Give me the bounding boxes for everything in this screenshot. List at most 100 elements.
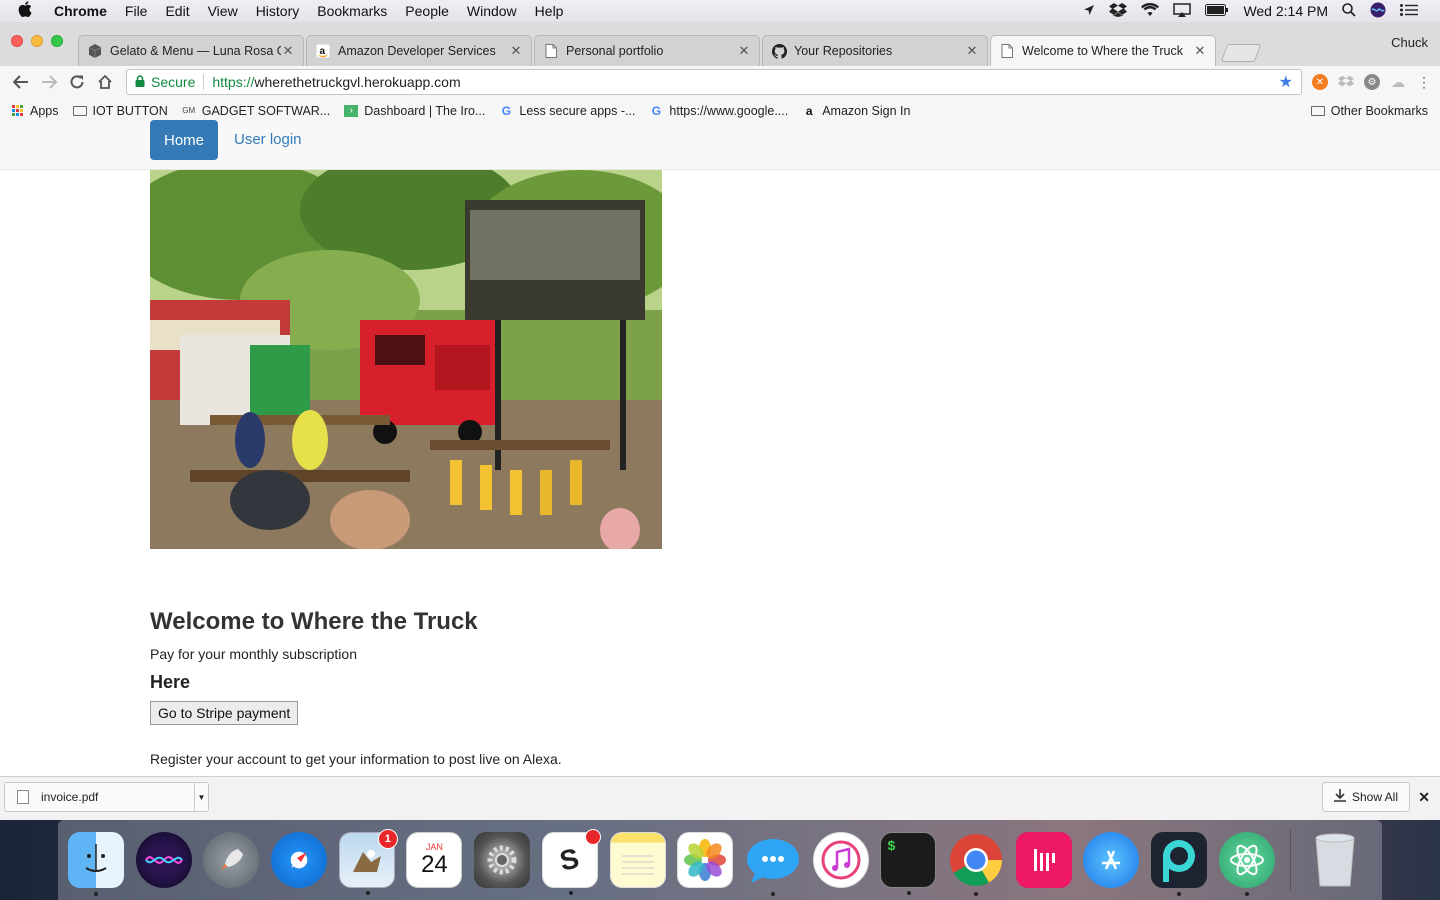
bookmark-google[interactable]: G https://www.google.... <box>649 104 788 118</box>
download-menu-chevron-icon[interactable]: ▼ <box>194 783 208 811</box>
zoom-window-button[interactable] <box>51 35 63 47</box>
close-tab-icon[interactable]: ✕ <box>281 43 295 59</box>
cloud-extension-icon[interactable]: ☁ <box>1390 74 1406 90</box>
bookmark-star-icon[interactable]: ★ <box>1279 72 1293 92</box>
gitter-icon[interactable] <box>1015 832 1072 888</box>
location-arrow-icon[interactable] <box>1083 3 1095 19</box>
download-filename: invoice.pdf <box>41 790 99 804</box>
tab-label: Gelato & Menu — Luna Rosa G <box>110 44 281 58</box>
tab-personal-portfolio[interactable]: Personal portfolio ✕ <box>534 35 760 66</box>
menu-file[interactable]: File <box>125 3 148 19</box>
bookmark-other[interactable]: Other Bookmarks <box>1310 104 1428 118</box>
apple-icon[interactable] <box>18 0 38 22</box>
menu-app-chrome[interactable]: Chrome <box>54 3 107 19</box>
photos-icon[interactable] <box>677 832 734 888</box>
close-tab-icon[interactable]: ✕ <box>965 43 979 59</box>
battery-icon[interactable] <box>1205 3 1229 19</box>
menu-help[interactable]: Help <box>535 3 564 19</box>
close-shelf-icon[interactable]: ✕ <box>1418 789 1430 806</box>
dropbox-extension-icon[interactable] <box>1338 74 1354 90</box>
wifi-icon[interactable] <box>1141 2 1160 19</box>
spotlight-search-icon[interactable] <box>1342 2 1356 20</box>
finder-icon[interactable] <box>68 832 124 896</box>
slack-s-glyph: S <box>557 842 583 877</box>
bookmark-dashboard[interactable]: › Dashboard | The Iro... <box>344 104 485 118</box>
back-arrow-icon[interactable] <box>8 69 34 95</box>
amazon-icon: a <box>805 103 813 118</box>
show-all-downloads-button[interactable]: Show All <box>1322 782 1410 812</box>
slack-icon[interactable]: S <box>541 829 601 895</box>
terminal-icon[interactable]: $ <box>880 832 937 895</box>
download-item[interactable]: invoice.pdf ▼ <box>4 782 209 812</box>
extension-icons: ✕ ⚙ ☁ ⋮ <box>1312 74 1432 90</box>
reload-icon[interactable] <box>64 69 90 95</box>
bookmark-less-secure-apps[interactable]: G Less secure apps -... <box>499 103 636 118</box>
menu-edit[interactable]: Edit <box>165 3 189 19</box>
airplay-icon[interactable] <box>1173 2 1192 20</box>
food-truck-park-photo <box>150 170 662 549</box>
menu-window[interactable]: Window <box>467 3 517 19</box>
address-bar[interactable]: Secure https:// wherethetruckgvl.herokua… <box>126 69 1302 95</box>
launchpad-icon[interactable] <box>203 832 260 888</box>
nav-user-login-link[interactable]: User login <box>234 131 302 148</box>
cube-icon <box>87 43 103 59</box>
show-all-label: Show All <box>1351 790 1399 804</box>
new-tab-button[interactable] <box>1220 44 1262 62</box>
bookmark-label: Dashboard | The Iro... <box>364 103 486 118</box>
itunes-icon[interactable] <box>812 832 869 888</box>
tab-amazon-developer[interactable]: a Amazon Developer Services ✕ <box>306 35 532 66</box>
app-store-icon[interactable] <box>1083 832 1140 888</box>
lock-icon[interactable] <box>135 74 145 90</box>
mail-icon[interactable]: 1 <box>338 829 398 895</box>
chrome-dock-icon[interactable] <box>948 832 1004 896</box>
menubar-clock[interactable]: Wed 2:14 PM <box>1243 3 1328 19</box>
nav-home-link[interactable]: Home <box>150 120 218 160</box>
siri-icon[interactable] <box>135 832 192 888</box>
extension-orange-icon[interactable]: ✕ <box>1312 74 1328 90</box>
profile-name[interactable]: Chuck <box>1391 35 1428 50</box>
svg-text:a: a <box>320 46 326 57</box>
bookmark-amazon-sign-in[interactable]: a Amazon Sign In <box>802 103 911 118</box>
home-icon[interactable] <box>92 69 118 95</box>
notification-center-icon[interactable] <box>1400 3 1418 19</box>
tab-label: Welcome to Where the Truck <box>1022 44 1183 58</box>
close-tab-icon[interactable]: ✕ <box>737 43 751 59</box>
close-window-button[interactable] <box>11 35 23 47</box>
menu-history[interactable]: History <box>256 3 300 19</box>
settings-extension-icon[interactable]: ⚙ <box>1364 74 1380 90</box>
atom-icon[interactable] <box>1218 832 1275 896</box>
bookmark-label: IOT BUTTON <box>92 103 168 118</box>
here-heading: Here <box>150 672 191 692</box>
periscope-icon[interactable] <box>1151 832 1207 896</box>
siri-menubar-icon[interactable] <box>1370 2 1386 21</box>
notes-icon[interactable] <box>609 832 666 888</box>
stripe-payment-button[interactable]: Go to Stripe payment <box>150 701 299 725</box>
running-indicator <box>973 892 978 896</box>
tab-label: Personal portfolio <box>566 44 664 58</box>
calendar-icon[interactable]: JAN 24 <box>406 832 463 888</box>
messages-icon[interactable] <box>745 832 801 896</box>
minimize-window-button[interactable] <box>31 35 43 47</box>
system-preferences-icon[interactable] <box>474 832 531 888</box>
chrome-menu-icon[interactable]: ⋮ <box>1416 74 1432 90</box>
menu-view[interactable]: View <box>208 3 238 19</box>
bookmark-gadget-software[interactable]: GM GADGET SOFTWAR... <box>182 104 330 118</box>
secure-label[interactable]: Secure <box>151 74 195 90</box>
bookmark-apps[interactable]: Apps <box>12 104 59 118</box>
safari-icon[interactable] <box>271 832 328 888</box>
menu-bookmarks[interactable]: Bookmarks <box>317 3 387 19</box>
close-tab-icon[interactable]: ✕ <box>1193 43 1207 59</box>
trash-icon[interactable] <box>1307 832 1363 888</box>
gm-icon: GM <box>182 106 196 115</box>
page-icon <box>999 43 1015 59</box>
dropbox-icon[interactable] <box>1109 2 1128 20</box>
menu-people[interactable]: People <box>405 3 449 19</box>
tab-your-repositories[interactable]: Your Repositories ✕ <box>762 35 988 66</box>
tab-where-the-truck[interactable]: Welcome to Where the Truck ✕ <box>990 35 1216 66</box>
running-indicator <box>365 891 370 895</box>
forward-arrow-icon[interactable] <box>36 69 62 95</box>
google-icon: G <box>501 103 512 118</box>
tab-luna-rosa[interactable]: Gelato & Menu — Luna Rosa G ✕ <box>78 35 304 66</box>
bookmark-iot-button[interactable]: IOT BUTTON <box>72 103 168 118</box>
close-tab-icon[interactable]: ✕ <box>509 43 523 59</box>
